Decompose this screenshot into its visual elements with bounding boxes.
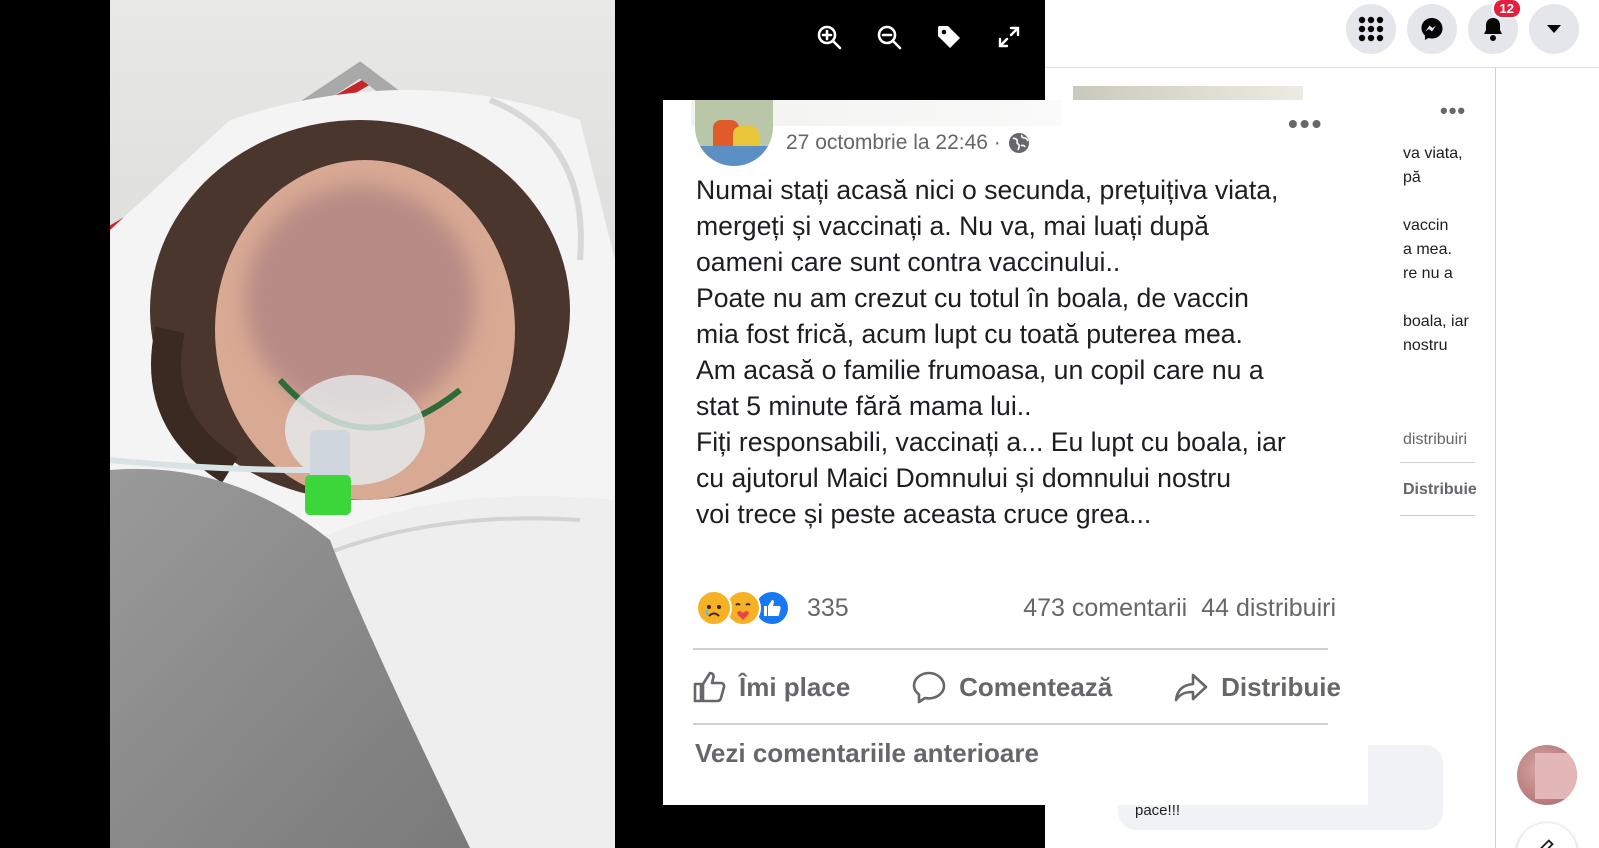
bell-icon bbox=[1484, 18, 1502, 41]
like-label: Îmi place bbox=[739, 671, 851, 702]
messenger-icon bbox=[1421, 18, 1443, 40]
comment-icon bbox=[912, 671, 946, 704]
comment-button[interactable]: Comentează bbox=[911, 669, 1112, 705]
post-text-line: Fiți responsabili, vaccinați a... Eu lup… bbox=[696, 427, 1286, 457]
share-button[interactable]: Distribuie bbox=[1173, 669, 1341, 705]
globe-icon bbox=[1008, 133, 1029, 153]
background-post-text: vaccin bbox=[1403, 217, 1449, 234]
post-text-line: Poate nu am crezut cu totul în boala, de… bbox=[696, 283, 1249, 313]
divider bbox=[693, 723, 1328, 725]
background-post-text: boala, iar bbox=[1403, 313, 1469, 330]
background-share-count[interactable]: distribuiri bbox=[1403, 428, 1467, 452]
comment-count[interactable]: 473 comentarii bbox=[1023, 594, 1187, 623]
post-text: Numai stați acasă nici o secunda, prețui… bbox=[696, 172, 1346, 532]
zoom-out-icon bbox=[877, 25, 902, 50]
messenger-button[interactable] bbox=[1407, 4, 1457, 54]
zoom-out-button[interactable] bbox=[870, 18, 908, 56]
notification-count-badge: 12 bbox=[1491, 0, 1522, 19]
post-text-line: cu ajutorul Maici Domnului și domnului n… bbox=[696, 463, 1232, 493]
post-text-line: mia fost frică, acum lupt cu toată puter… bbox=[696, 319, 1243, 349]
more-options-icon[interactable]: ••• bbox=[1288, 108, 1323, 140]
background-more-icon[interactable]: ••• bbox=[1440, 98, 1466, 124]
fullscreen-icon bbox=[998, 26, 1020, 48]
post-date[interactable]: 27 octombrie la 22:46 · bbox=[786, 131, 1001, 155]
background-post-text: va viata, bbox=[1403, 145, 1463, 162]
viewer-toolbar bbox=[810, 18, 1028, 56]
divider bbox=[1400, 515, 1475, 516]
tag-photo-button[interactable] bbox=[930, 18, 968, 56]
chat-head-avatar[interactable] bbox=[1517, 745, 1577, 805]
divider bbox=[1495, 68, 1496, 848]
sad-reaction-icon bbox=[696, 590, 732, 626]
share-icon bbox=[1174, 673, 1208, 702]
author-avatar[interactable] bbox=[695, 100, 773, 166]
post-actions: Îmi place Comentează Distribuie bbox=[691, 657, 1341, 717]
post-text-line: stat 5 minute fără mama lui.. bbox=[696, 391, 1032, 421]
viewer-backdrop bbox=[0, 0, 110, 848]
divider bbox=[1400, 462, 1475, 463]
hospital-photo-image bbox=[110, 0, 615, 848]
post-text-line: Numai stați acasă nici o secunda, prețui… bbox=[696, 175, 1279, 205]
post-text-line: Am acasă o familie frumoasa, un copil ca… bbox=[696, 355, 1264, 385]
post-text-line: mergeți și vaccinați a. Nu va, mai luați… bbox=[696, 211, 1209, 241]
notifications-button[interactable]: 12 bbox=[1468, 0, 1522, 54]
divider bbox=[693, 648, 1328, 650]
zoom-in-button[interactable] bbox=[810, 18, 848, 56]
reaction-count[interactable]: 335 bbox=[807, 594, 849, 623]
menu-button[interactable] bbox=[1346, 4, 1396, 54]
account-caret-icon bbox=[1547, 25, 1561, 33]
like-button[interactable]: Îmi place bbox=[691, 669, 850, 705]
comment-label: Comentează bbox=[959, 671, 1113, 702]
view-previous-comments-link[interactable]: Vezi comentariile anterioare bbox=[695, 738, 1039, 769]
background-post-text: re nu a bbox=[1403, 265, 1453, 282]
reactions-summary[interactable] bbox=[696, 590, 790, 626]
share-count[interactable]: 44 distribuiri bbox=[1201, 594, 1336, 623]
share-label: Distribuie bbox=[1221, 671, 1341, 702]
background-post-text: nostru bbox=[1403, 337, 1448, 354]
zoom-in-icon bbox=[817, 25, 842, 50]
fullscreen-button[interactable] bbox=[990, 18, 1028, 56]
tag-icon bbox=[938, 26, 960, 48]
account-button[interactable] bbox=[1529, 4, 1579, 54]
post-stats: 335 473 comentarii 44 distribuiri bbox=[696, 588, 1336, 628]
compose-icon bbox=[1540, 839, 1554, 848]
post-text-line: oameni care sunt contra vaccinului.. bbox=[696, 247, 1121, 277]
top-navigation-bar: 12 bbox=[1045, 0, 1599, 68]
post-timestamp[interactable]: 27 octombrie la 22:46 · bbox=[786, 131, 1030, 155]
thumbs-up-icon bbox=[693, 671, 726, 703]
background-post-text: a mea. bbox=[1403, 241, 1452, 258]
background-post-text: pă bbox=[1403, 169, 1421, 186]
post-card: 27 octombrie la 22:46 · ••• Numai stați … bbox=[663, 100, 1368, 805]
post-text-line: voi trece și peste aceasta cruce grea... bbox=[696, 499, 1152, 529]
post-photo[interactable] bbox=[110, 0, 615, 848]
background-share-button[interactable]: Distribuie bbox=[1403, 478, 1477, 502]
menu-grid-icon bbox=[1358, 16, 1384, 42]
